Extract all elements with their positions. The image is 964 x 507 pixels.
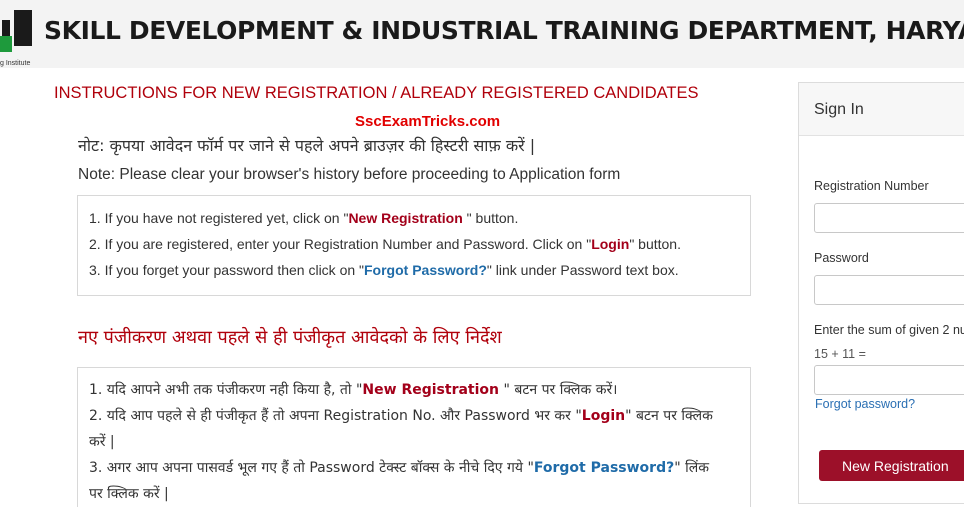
new-registration-button[interactable]: New Registration	[819, 450, 964, 481]
site-header: g Institute SKILL DEVELOPMENT & INDUSTRI…	[0, 0, 964, 68]
signin-header: Sign In	[799, 83, 964, 136]
instruction-item: 3. If you forget your password then clic…	[89, 262, 679, 278]
signin-panel: Sign In Registration Number Password Ent…	[798, 82, 964, 504]
forgot-password-ref: Forgot Password?	[364, 262, 487, 278]
captcha-label: Enter the sum of given 2 numbers	[814, 323, 964, 337]
logo-caption: g Institute	[0, 60, 31, 67]
note-hindi: नोट: कृपया आवेदन फॉर्म पर जाने से पहले अ…	[78, 136, 536, 155]
instruction-item: 3. अगर आप अपना पासवर्ड भूल गए हैं तो Pas…	[89, 460, 709, 476]
instruction-item: 1. If you have not registered yet, click…	[89, 210, 519, 226]
instructions-heading-hindi: नए पंजीकरण अथवा पहले से ही पंजीकृत आवेदक…	[78, 327, 502, 348]
instructions-box-hindi: 1. यदि आपने अभी तक पंजीकरण नही किया है, …	[77, 367, 751, 507]
login-ref: Login	[591, 236, 630, 252]
forgot-password-link[interactable]: Forgot password?	[815, 397, 915, 411]
instruction-item-continued: पर क्लिक करें |	[89, 486, 169, 502]
department-logo: g Institute	[0, 6, 40, 67]
instruction-item: 1. यदि आपने अभी तक पंजीकरण नही किया है, …	[89, 382, 618, 398]
instruction-item: 2. यदि आप पहले से ही पंजीकृत हैं तो अपना…	[89, 408, 713, 424]
instruction-item: 2. If you are registered, enter your Reg…	[89, 236, 681, 252]
watermark-text: SscExamTricks.com	[355, 113, 501, 130]
captcha-question: 15 + 11 =	[814, 347, 866, 361]
note-english: Note: Please clear your browser's histor…	[78, 166, 621, 183]
instructions-box-english: 1. If you have not registered yet, click…	[77, 195, 751, 296]
registration-number-input[interactable]	[814, 203, 964, 233]
signin-title: Sign In	[814, 101, 864, 118]
instructions-heading: INSTRUCTIONS FOR NEW REGISTRATION / ALRE…	[54, 84, 699, 102]
password-input[interactable]	[814, 275, 964, 305]
captcha-input[interactable]	[814, 365, 964, 395]
password-label: Password	[814, 251, 869, 265]
instruction-item-continued: करें |	[89, 434, 115, 450]
new-registration-ref: New Registration	[348, 210, 463, 226]
registration-number-label: Registration Number	[814, 179, 929, 193]
site-title: SKILL DEVELOPMENT & INDUSTRIAL TRAINING …	[44, 16, 964, 45]
